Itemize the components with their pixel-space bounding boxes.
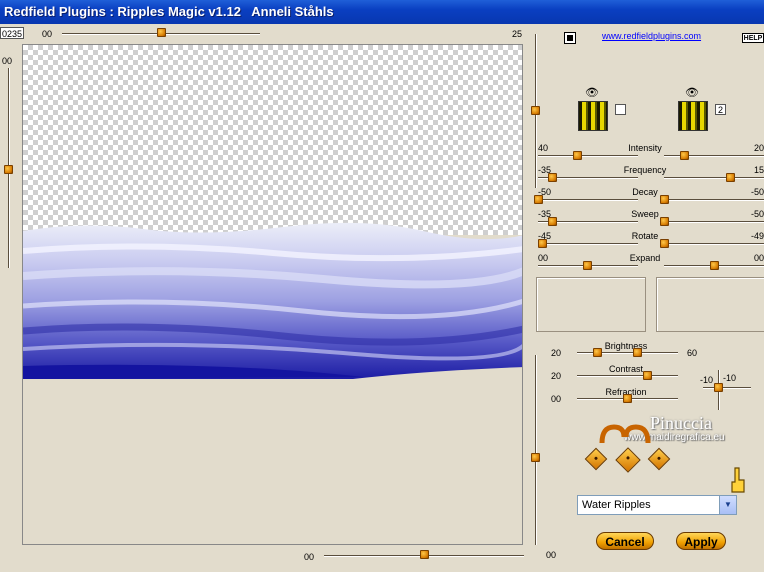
watermark: Pinuccia <box>650 413 712 434</box>
param-left-track-decay[interactable] <box>538 199 638 201</box>
param-left-value-expand: 00 <box>538 253 549 263</box>
color-swatch[interactable] <box>564 32 576 44</box>
param-right-track-rotate[interactable] <box>664 243 764 245</box>
param-label-decay: Decay <box>632 187 658 197</box>
left-slider-knob[interactable] <box>4 165 13 174</box>
param-right-knob-frequency[interactable] <box>726 173 735 182</box>
param-right-value-intensity: 20 <box>753 143 764 153</box>
water-ripples-render <box>23 222 522 379</box>
param-right-value-expand: 00 <box>753 253 764 263</box>
lighting-knob-brightness-2[interactable] <box>633 348 642 357</box>
eye-icon-2[interactable]: 👁 <box>685 86 699 99</box>
param-right-knob-sweep[interactable] <box>660 217 669 226</box>
preview-canvas[interactable] <box>22 44 523 545</box>
bottom-slider-label: 00 <box>304 552 315 562</box>
texture-thumbnail-1[interactable] <box>578 101 608 131</box>
eye-icon[interactable]: 👁 <box>585 86 599 99</box>
param-left-knob-rotate[interactable] <box>538 239 547 248</box>
texture-1-checkbox[interactable] <box>615 104 626 115</box>
title-bar: Redfield Plugins : Ripples Magic v1.12 A… <box>0 0 764 24</box>
lighting-left-value-contrast: 20 <box>551 371 562 381</box>
bottom-slider-knob[interactable] <box>420 550 429 559</box>
pointing-hand-icon <box>731 467 745 493</box>
param-label-intensity: Intensity <box>628 143 662 153</box>
watermark-name: Pinuccia <box>650 413 712 433</box>
param-right-knob-rotate[interactable] <box>660 239 669 248</box>
param-left-value-intensity: 40 <box>538 143 549 153</box>
apply-button[interactable]: Apply <box>676 532 726 550</box>
lower-right-slider-label: 00 <box>546 550 557 560</box>
preset-dropdown-value: Water Ripples <box>582 499 651 511</box>
param-right-value-rotate: -49 <box>750 231 764 241</box>
param-right-knob-expand[interactable] <box>710 261 719 270</box>
cancel-button[interactable]: Cancel <box>596 532 654 550</box>
top-slider-max-label: 25 <box>512 29 523 39</box>
param-label-expand: Expand <box>629 253 661 263</box>
param-left-knob-intensity[interactable] <box>573 151 582 160</box>
param-label-frequency: Frequency <box>623 165 667 175</box>
chevron-down-icon[interactable]: ▼ <box>719 496 736 514</box>
window-title: Redfield Plugins : Ripples Magic v1.12 A… <box>4 4 334 19</box>
param-right-track-decay[interactable] <box>664 199 764 201</box>
param-left-knob-decay[interactable] <box>534 195 543 204</box>
randomize-dice-icon-2[interactable] <box>615 447 641 473</box>
lighting-knob-contrast[interactable] <box>643 371 652 380</box>
texture-2-badge[interactable]: 2 <box>715 104 726 115</box>
lower-right-slider-track[interactable] <box>535 355 537 545</box>
lighting-left-value-brightness: 20 <box>551 348 562 358</box>
seed-field[interactable]: 0235 <box>0 27 24 39</box>
param-left-knob-frequency[interactable] <box>548 173 557 182</box>
help-button[interactable]: HELP <box>742 33 764 43</box>
param-left-track-intensity[interactable] <box>538 155 638 157</box>
xy-y-label: -10 <box>723 373 737 383</box>
param-left-knob-sweep[interactable] <box>548 217 557 226</box>
top-slider-knob[interactable] <box>157 28 166 37</box>
transparency-checkerboard <box>23 45 522 235</box>
undo-redo-arrows[interactable] <box>598 423 652 445</box>
param-right-knob-intensity[interactable] <box>680 151 689 160</box>
texture-thumbnail-2[interactable] <box>678 101 708 131</box>
xy-x-label: -10 <box>700 375 714 385</box>
param-label-sweep: Sweep <box>631 209 659 219</box>
preset-dropdown[interactable]: Water Ripples ▼ <box>577 495 737 515</box>
param-right-knob-decay[interactable] <box>660 195 669 204</box>
info-panel-left <box>536 277 646 332</box>
param-label-rotate: Rotate <box>631 231 659 241</box>
lighting-track-contrast[interactable] <box>577 375 678 377</box>
param-left-track-rotate[interactable] <box>538 243 638 245</box>
randomize-dice-icon-3[interactable] <box>647 447 671 471</box>
top-slider-min-label: 00 <box>42 29 53 39</box>
param-left-knob-expand[interactable] <box>583 261 592 270</box>
lower-right-slider-knob[interactable] <box>531 453 540 462</box>
param-right-track-sweep[interactable] <box>664 221 764 223</box>
xy-horizontal-track[interactable] <box>703 387 751 389</box>
website-link[interactable]: www.redfieldplugins.com <box>602 31 701 41</box>
xy-knob[interactable] <box>714 383 723 392</box>
param-right-track-intensity[interactable] <box>664 155 764 157</box>
param-right-value-frequency: 15 <box>753 165 764 175</box>
lighting-right-value-brightness: 60 <box>687 348 698 358</box>
lighting-left-value-refraction: 00 <box>551 394 562 404</box>
info-panel-right <box>656 277 764 332</box>
param-right-value-sweep: -50 <box>750 209 764 219</box>
param-right-value-decay: -50 <box>750 187 764 197</box>
lighting-knob-brightness-1[interactable] <box>593 348 602 357</box>
left-slider-label: 00 <box>2 56 13 66</box>
upper-right-slider-knob[interactable] <box>531 106 540 115</box>
randomize-dice-icon-1[interactable] <box>584 447 608 471</box>
param-right-track-frequency[interactable] <box>664 177 764 179</box>
lighting-knob-refraction[interactable] <box>623 394 632 403</box>
